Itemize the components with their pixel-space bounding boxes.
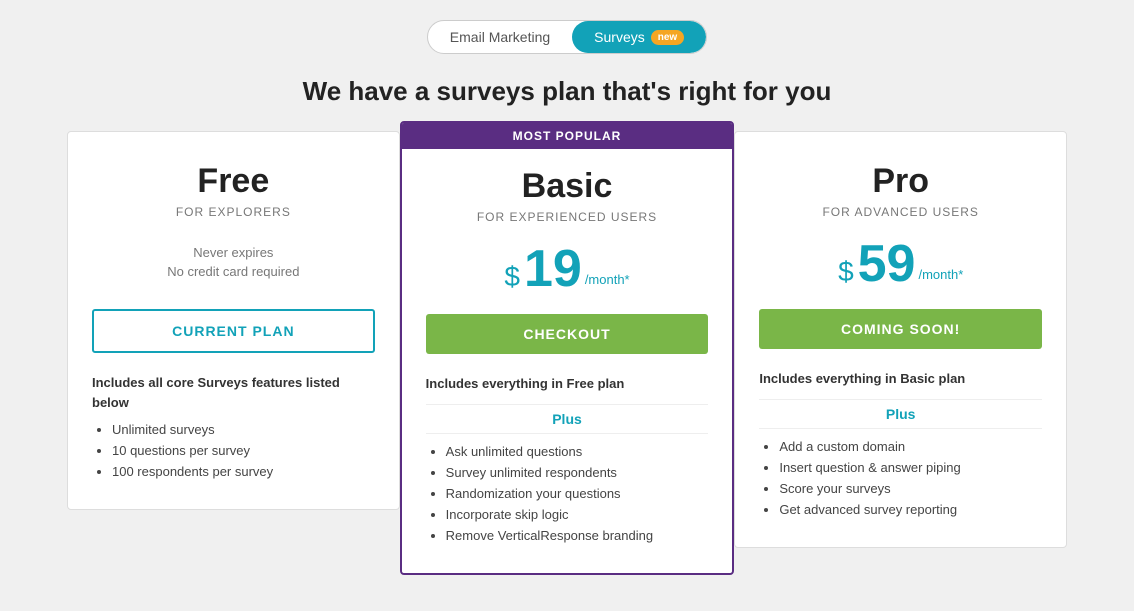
plus-feature-item: Score your surveys: [779, 481, 1042, 496]
plus-feature-item: Survey unlimited respondents: [446, 465, 709, 480]
cta-button-free[interactable]: CURRENT PLAN: [92, 309, 375, 353]
plus-feature-item: Remove VerticalResponse branding: [446, 528, 709, 543]
price-symbol-basic: $: [504, 261, 520, 293]
cta-button-basic[interactable]: CHECKOUT: [426, 314, 709, 354]
plus-features-list-basic: Ask unlimited questions Survey unlimited …: [426, 444, 709, 543]
plan-subtitle-pro: FOR ADVANCED USERS: [759, 205, 1042, 219]
feature-item: Unlimited surveys: [112, 422, 375, 437]
tab-surveys[interactable]: Surveys new: [572, 21, 706, 53]
plan-subtitle-basic: FOR EXPERIENCED USERS: [426, 210, 709, 224]
plan-card-basic: MOST POPULAR Basic FOR EXPERIENCED USERS $…: [400, 121, 735, 575]
plus-feature-item: Add a custom domain: [779, 439, 1042, 454]
price-symbol-pro: $: [838, 256, 854, 288]
plus-divider-pro: Plus: [759, 399, 1042, 429]
plus-features-list-pro: Add a custom domain Insert question & ans…: [759, 439, 1042, 517]
plan-title-basic: Basic: [426, 167, 709, 206]
plan-title-free: Free: [92, 162, 375, 201]
page-headline: We have a surveys plan that's right for …: [303, 76, 832, 107]
price-amount-basic: 19: [524, 243, 582, 295]
plus-feature-item: Insert question & answer piping: [779, 460, 1042, 475]
features-intro-basic: Includes everything in Free plan: [426, 374, 709, 394]
plan-card-free: Free FOR EXPLORERS Never expires No credi…: [67, 131, 400, 510]
plans-container: Free FOR EXPLORERS Never expires No credi…: [67, 131, 1067, 575]
plan-price-pro: $ 59 /month*: [759, 237, 1042, 291]
never-expires-line2: No credit card required: [167, 264, 299, 279]
cta-button-pro[interactable]: COMING SOON!: [759, 309, 1042, 349]
plus-feature-item: Ask unlimited questions: [446, 444, 709, 459]
price-per-month-basic: /month*: [585, 272, 630, 287]
plus-divider-basic: Plus: [426, 404, 709, 434]
feature-item: 10 questions per survey: [112, 443, 375, 458]
surveys-badge: new: [651, 30, 684, 45]
plus-feature-item: Randomization your questions: [446, 486, 709, 501]
tab-email-marketing[interactable]: Email Marketing: [428, 21, 572, 53]
tab-surveys-label: Surveys: [594, 29, 645, 45]
tab-email-label: Email Marketing: [450, 29, 550, 45]
features-intro-pro: Includes everything in Basic plan: [759, 369, 1042, 389]
price-per-month-pro: /month*: [918, 267, 963, 282]
plus-feature-item: Get advanced survey reporting: [779, 502, 1042, 517]
price-amount-pro: 59: [858, 238, 916, 290]
feature-item: 100 respondents per survey: [112, 464, 375, 479]
plan-price-basic: $ 19 /month*: [426, 242, 709, 296]
plan-title-pro: Pro: [759, 162, 1042, 201]
plan-subtitle-free: FOR EXPLORERS: [92, 205, 375, 219]
features-intro-free: Includes all core Surveys features liste…: [92, 373, 375, 412]
plan-card-pro: Pro FOR ADVANCED USERS $ 59 /month* COMIN…: [734, 131, 1067, 548]
plan-price-free: Never expires No credit card required: [92, 237, 375, 291]
never-expires-line1: Never expires: [193, 245, 273, 260]
features-list-free: Unlimited surveys 10 questions per survey…: [92, 422, 375, 479]
tab-switcher: Email Marketing Surveys new: [427, 20, 707, 54]
plus-feature-item: Incorporate skip logic: [446, 507, 709, 522]
most-popular-banner: MOST POPULAR: [402, 123, 733, 149]
